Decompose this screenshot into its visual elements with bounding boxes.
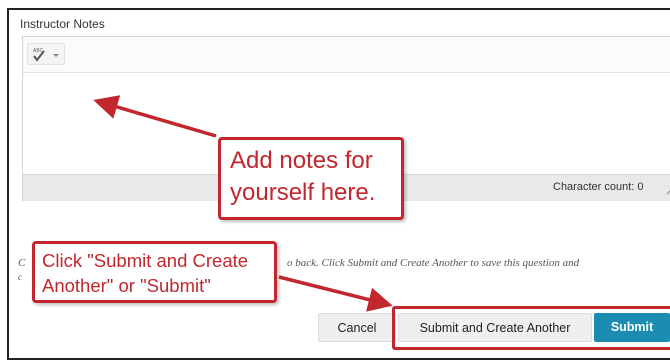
notes-callout: Add notes for yourself here.	[218, 137, 404, 220]
notes-callout-line2: yourself here.	[230, 179, 376, 206]
submit-callout-line1: Click "Submit and Create	[42, 250, 249, 271]
submit-callout: Click "Submit and Create Another" or "Su…	[32, 241, 277, 303]
arrow-to-notes-area	[93, 95, 217, 138]
notes-callout-line1: Add notes for	[230, 147, 373, 174]
submit-callout-line2: Another" or "Submit"	[42, 275, 211, 296]
cancel-button[interactable]: Cancel	[318, 313, 396, 342]
buttons-highlight-box	[392, 306, 670, 350]
arrow-to-submit-buttons	[278, 275, 393, 312]
